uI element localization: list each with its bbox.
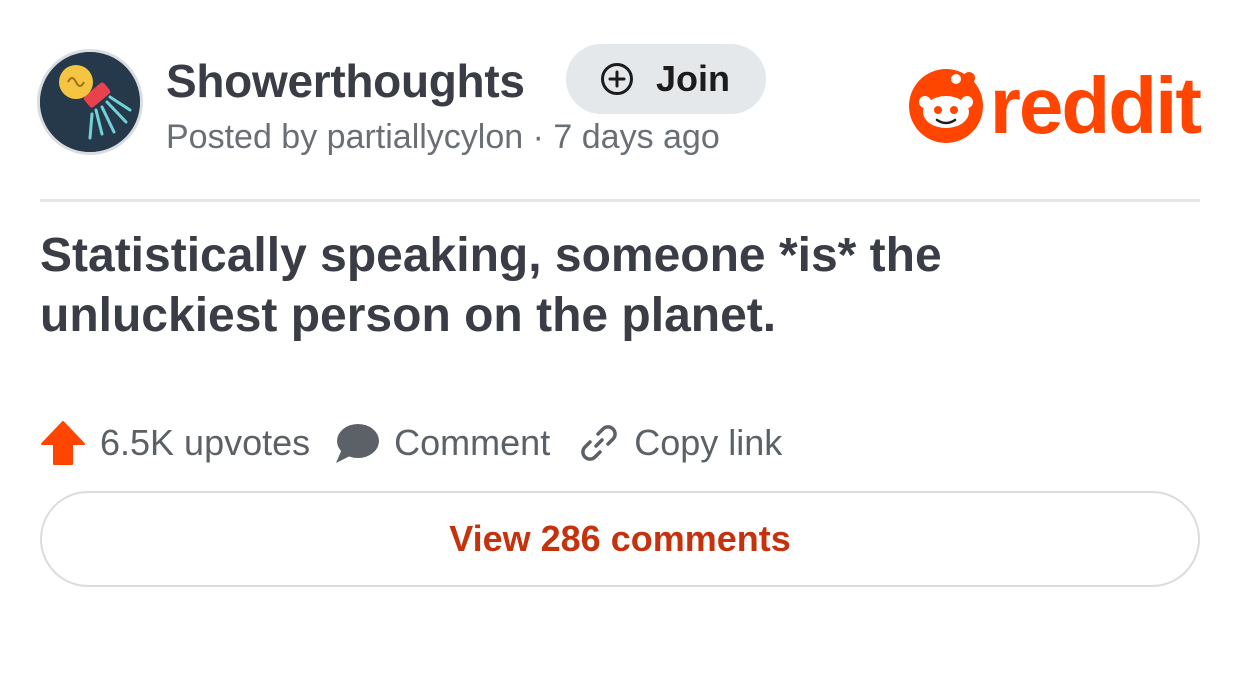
subreddit-name[interactable]: Showerthoughts xyxy=(166,54,525,108)
view-comments-button[interactable]: View 286 comments xyxy=(40,491,1200,587)
post-actions: 6.5K upvotes Comment Copy link xyxy=(40,418,782,468)
comment-label: Comment xyxy=(394,422,551,463)
comment-action[interactable]: Comment xyxy=(334,421,550,465)
reddit-wordmark: reddit xyxy=(989,61,1202,150)
upvote-arrow-icon xyxy=(41,421,85,465)
copy-link-label: Copy link xyxy=(634,422,783,463)
lightbulb-shower-icon xyxy=(40,52,140,152)
speech-bubble-icon xyxy=(336,424,380,463)
copy-link-action[interactable]: Copy link xyxy=(578,422,782,464)
reddit-logo[interactable]: reddit xyxy=(908,61,1202,150)
upvotes-count: 6.5K upvotes xyxy=(100,422,311,463)
plus-circle-icon xyxy=(601,63,633,95)
upvote-action[interactable]: 6.5K upvotes xyxy=(40,419,310,467)
link-icon xyxy=(581,425,618,461)
subreddit-avatar[interactable] xyxy=(40,52,140,152)
join-label: Join xyxy=(656,58,731,99)
header-divider xyxy=(40,199,1200,202)
snoo-icon xyxy=(908,69,983,143)
post-header: Showerthoughts Join Posted by partiallyc… xyxy=(40,44,1202,162)
join-button[interactable]: Join xyxy=(566,44,767,114)
post-meta: Posted by partiallycylon · 7 days ago xyxy=(166,118,720,156)
post-title[interactable]: Statistically speaking, someone *is* the… xyxy=(40,226,1140,346)
